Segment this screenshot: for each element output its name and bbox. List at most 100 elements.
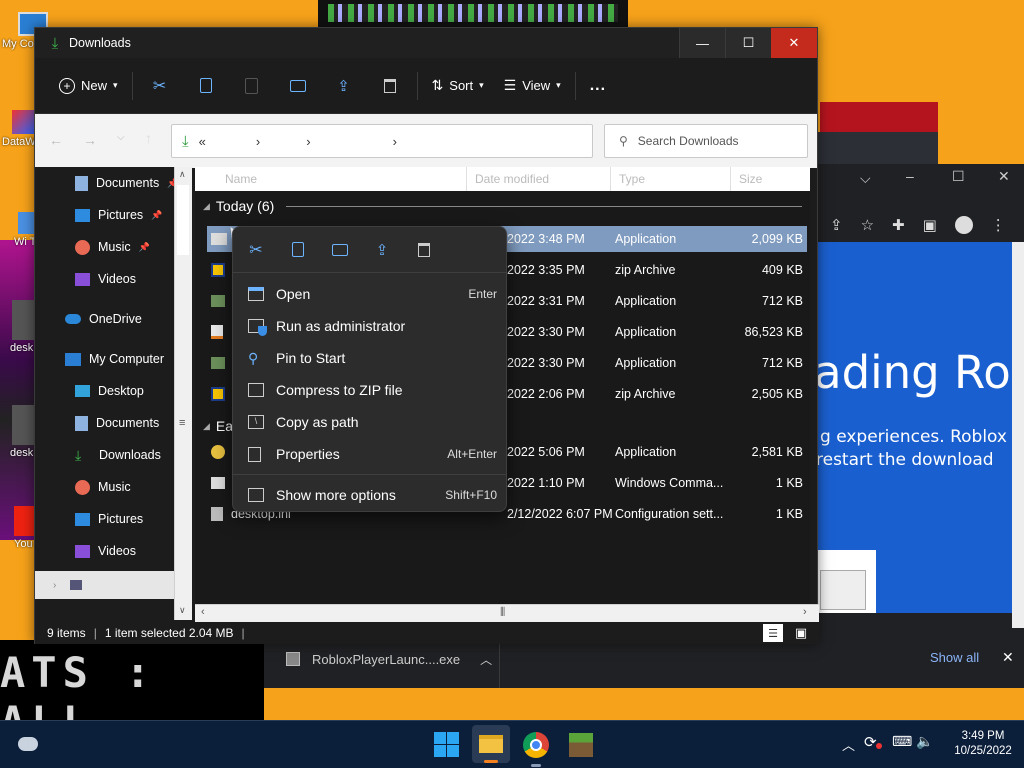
chevron-up-icon[interactable]: ︿ [842, 735, 855, 754]
maximize-button[interactable]: ☐ [725, 28, 771, 58]
cut-icon[interactable]: ✂ [247, 240, 265, 260]
nav-scrollbar[interactable]: ∧ ≡ ∨ [174, 167, 192, 620]
menu-shortcut: Enter [468, 287, 497, 301]
nav-item-my-computer[interactable]: My Computer [35, 343, 192, 375]
copy-icon[interactable] [289, 242, 307, 257]
taskbar-minecraft[interactable] [566, 729, 598, 761]
file-date: 2022 3:35 PM [507, 263, 585, 277]
chevron-up-icon[interactable]: ︿ [480, 651, 492, 668]
file-size: 712 KB [761, 294, 803, 308]
download-arrow-icon: ⤓ [51, 34, 59, 52]
trash-icon[interactable] [415, 242, 433, 257]
desktop-icon-my-computer[interactable]: My Co [2, 12, 48, 50]
column-date[interactable]: Date modified [467, 167, 611, 191]
breadcrumb-chevron[interactable]: › [306, 134, 310, 149]
tiles-view-icon[interactable]: ▣ [791, 624, 811, 642]
nav-item-pictures[interactable]: Pictures [35, 503, 192, 535]
chrome-scrollbar[interactable] [1012, 242, 1024, 628]
show-all-link[interactable]: Show all [930, 650, 979, 665]
nav-item-documents-quick[interactable]: Documents 📌 [35, 167, 192, 199]
taskbar-file-explorer[interactable] [472, 725, 510, 763]
recent-chevron-icon[interactable]: ⌵ [117, 132, 125, 143]
close-button[interactable]: ✕ [771, 28, 817, 58]
profile-icon[interactable] [954, 216, 973, 234]
search-input[interactable]: ⚲ Search Downloads [604, 124, 808, 158]
minimize-icon[interactable]: – [906, 168, 914, 184]
menu-item-open[interactable]: Open Enter [245, 279, 497, 309]
column-size[interactable]: Size [731, 167, 810, 191]
sort-button[interactable]: ⇅ Sort ▾ [422, 69, 494, 103]
address-bar[interactable]: ⤓ « › › › [171, 124, 593, 158]
menu-item-show-more-options[interactable]: Show more options Shift+F10 [245, 480, 497, 510]
scroll-left-icon[interactable]: ‹ [201, 606, 205, 618]
nav-item-videos[interactable]: Videos [35, 535, 192, 567]
delete-button[interactable] [367, 69, 413, 103]
menu-item-copy-as-path[interactable]: \ Copy as path [245, 407, 495, 437]
up-arrow-icon[interactable]: ↑ [145, 130, 152, 146]
close-icon[interactable]: ✕ [1002, 649, 1014, 666]
scroll-grip-icon[interactable]: ≡ [179, 417, 185, 429]
file-size: 2,581 KB [751, 445, 803, 459]
nav-item-downloads[interactable]: ⤓ Downloads [35, 439, 192, 471]
nav-item-network-selected[interactable]: › [35, 571, 174, 599]
details-view-icon[interactable]: ☰ [763, 624, 783, 642]
volume-icon[interactable]: 🔈 [916, 733, 933, 750]
menu-item-properties[interactable]: Properties Alt+Enter [245, 439, 497, 469]
extensions-icon[interactable]: ✚ [892, 216, 905, 234]
new-button[interactable]: + New ▾ [49, 69, 128, 103]
scroll-right-icon[interactable]: › [803, 606, 807, 618]
taskbar-chrome[interactable] [520, 729, 552, 767]
minimize-button[interactable]: — [679, 28, 725, 58]
breadcrumb-overflow[interactable]: « [199, 134, 206, 149]
scroll-grip-icon[interactable]: ⦀ [500, 605, 505, 620]
cut-button[interactable]: ✂ [137, 69, 183, 103]
menu-item-pin-to-start[interactable]: ⚲ Pin to Start [245, 343, 495, 373]
nav-item-documents[interactable]: Documents [35, 407, 192, 439]
scroll-down-icon[interactable]: ∨ [179, 605, 186, 616]
paste-button[interactable] [229, 69, 275, 103]
view-button[interactable]: ☰ View ▾ [494, 69, 571, 103]
group-earlier[interactable]: ◢ Ea [195, 411, 233, 441]
chevron-down-icon[interactable]: ⌵ [860, 170, 871, 187]
column-type[interactable]: Type [611, 167, 731, 191]
rename-button[interactable] [275, 69, 321, 103]
rename-icon[interactable] [331, 243, 349, 256]
scroll-up-icon[interactable]: ∧ [179, 169, 186, 180]
address-row: ← → ⌵ ↑ ⤓ « › › › ⚲ Search Downloads [35, 114, 817, 168]
start-button[interactable] [431, 729, 463, 761]
group-today[interactable]: ◢ Today (6) [195, 191, 810, 221]
weather-widget[interactable] [14, 733, 40, 755]
nav-item-pictures-quick[interactable]: Pictures 📌 [35, 199, 192, 231]
nav-item-music-quick[interactable]: Music 📌 [35, 231, 192, 263]
share-icon[interactable]: ⇪ [373, 241, 391, 259]
close-icon[interactable]: ✕ [998, 168, 1010, 185]
forward-arrow-icon[interactable]: → [83, 132, 97, 148]
menu-label: Open [276, 286, 311, 302]
sidepanel-icon[interactable]: ▣ [923, 216, 937, 234]
nav-item-music[interactable]: Music [35, 471, 192, 503]
column-name[interactable]: Name [195, 167, 467, 191]
star-icon[interactable]: ☆ [861, 216, 874, 234]
context-quick-actions: ✂ ⇪ [233, 227, 506, 273]
nav-label: Music [98, 480, 131, 494]
nav-item-desktop[interactable]: Desktop [35, 375, 192, 407]
menu-item-compress-zip[interactable]: Compress to ZIP file [245, 375, 495, 405]
copy-button[interactable] [183, 69, 229, 103]
breadcrumb-chevron[interactable]: › [393, 134, 397, 149]
nav-item-videos-quick[interactable]: Videos [35, 263, 192, 295]
desktop-icon-dataw[interactable]: DataW [2, 110, 38, 148]
share-button[interactable]: ⇪ [321, 69, 367, 103]
breadcrumb-chevron[interactable]: › [256, 134, 260, 149]
network-icon[interactable]: ⌨ [892, 733, 912, 750]
more-icon[interactable]: ⋮ [991, 216, 1006, 234]
nav-label: Documents [96, 416, 160, 430]
horizontal-scrollbar[interactable]: ‹ ⦀ › [195, 604, 819, 622]
clock[interactable]: 3:49 PM 10/25/2022 [948, 729, 1018, 759]
nav-item-onedrive[interactable]: OneDrive [35, 303, 192, 335]
maximize-icon[interactable]: ☐ [952, 168, 965, 185]
menu-item-run-as-admin[interactable]: Run as administrator [245, 311, 495, 341]
sync-icon[interactable]: ⟳ [864, 733, 877, 751]
back-arrow-icon[interactable]: ← [49, 132, 63, 148]
share-icon[interactable]: ⇪ [830, 216, 843, 234]
more-options-button[interactable]: ... [580, 69, 616, 103]
